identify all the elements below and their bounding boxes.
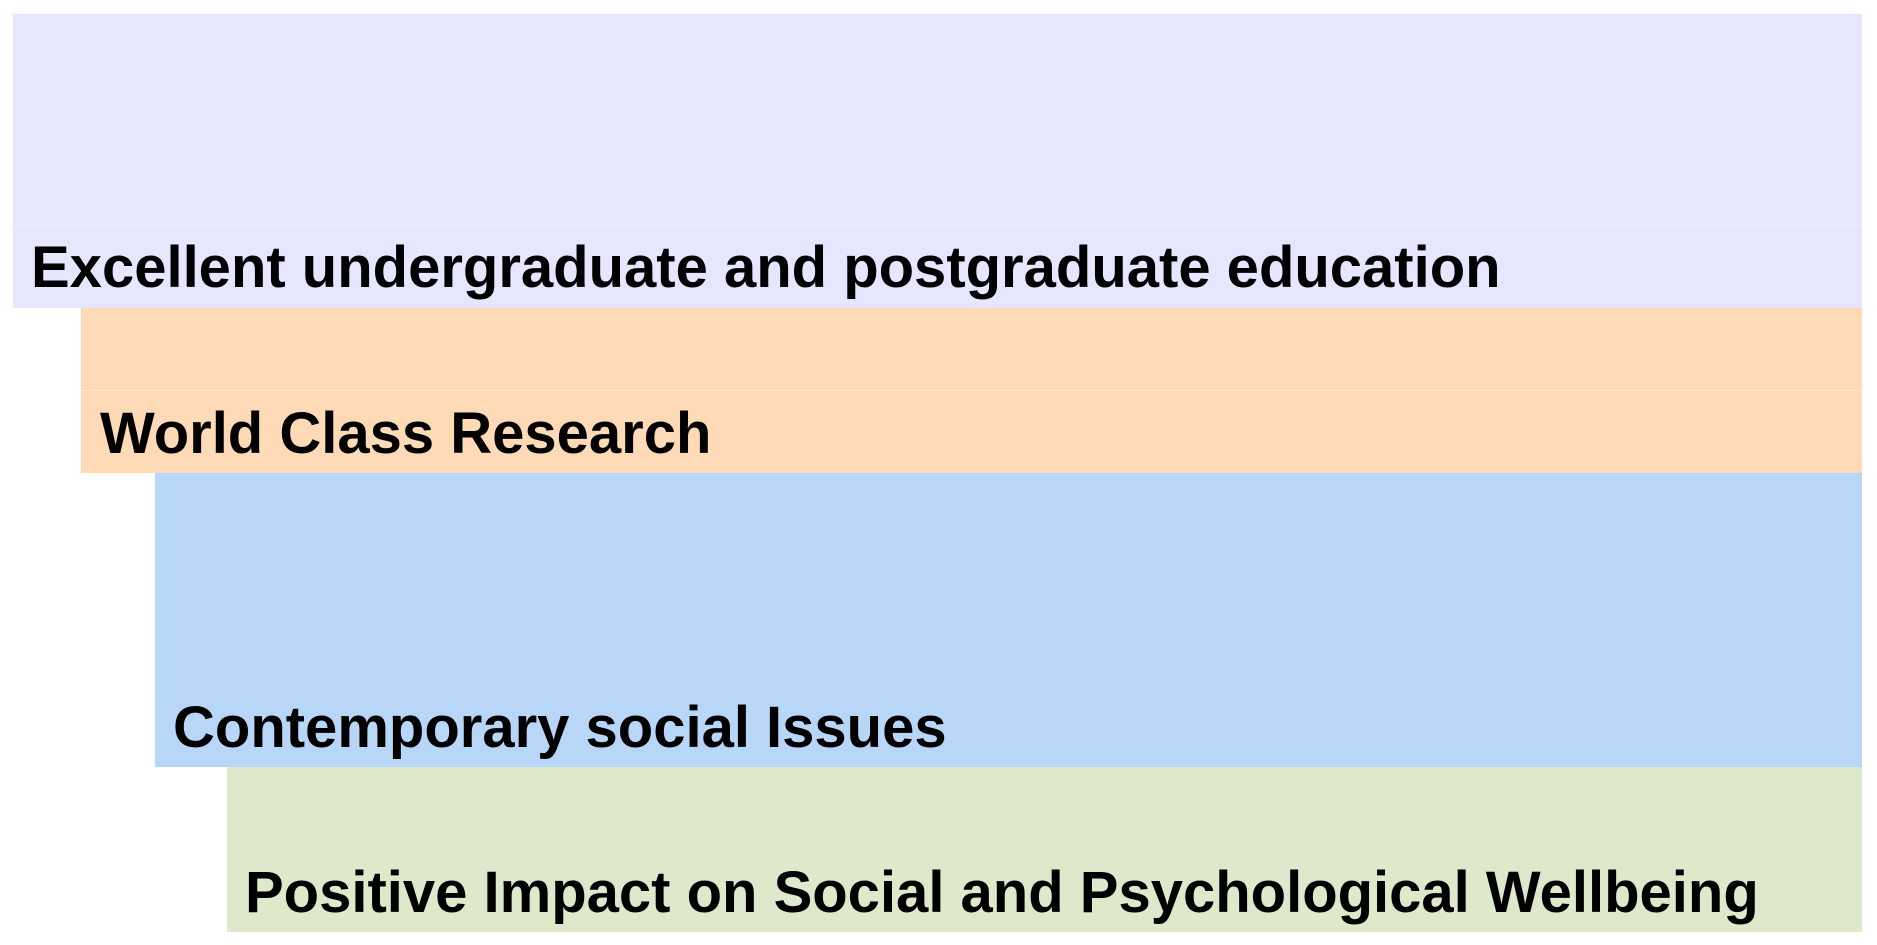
- divider: [13, 225, 1862, 226]
- level-1-label: Excellent undergraduate and postgraduate…: [31, 235, 1501, 300]
- level-4-block: Positive Impact on Social and Psychologi…: [227, 767, 1862, 932]
- level-1-block: Excellent undergraduate and postgraduate…: [13, 14, 1862, 308]
- level-3-label: Contemporary social Issues: [173, 695, 947, 760]
- level-4-label: Positive Impact on Social and Psychologi…: [245, 860, 1759, 925]
- level-3-block: Contemporary social Issues: [155, 473, 1862, 767]
- divider: [81, 390, 1862, 391]
- level-2-label: World Class Research: [100, 401, 712, 466]
- level-2-block: World Class Research: [81, 308, 1862, 473]
